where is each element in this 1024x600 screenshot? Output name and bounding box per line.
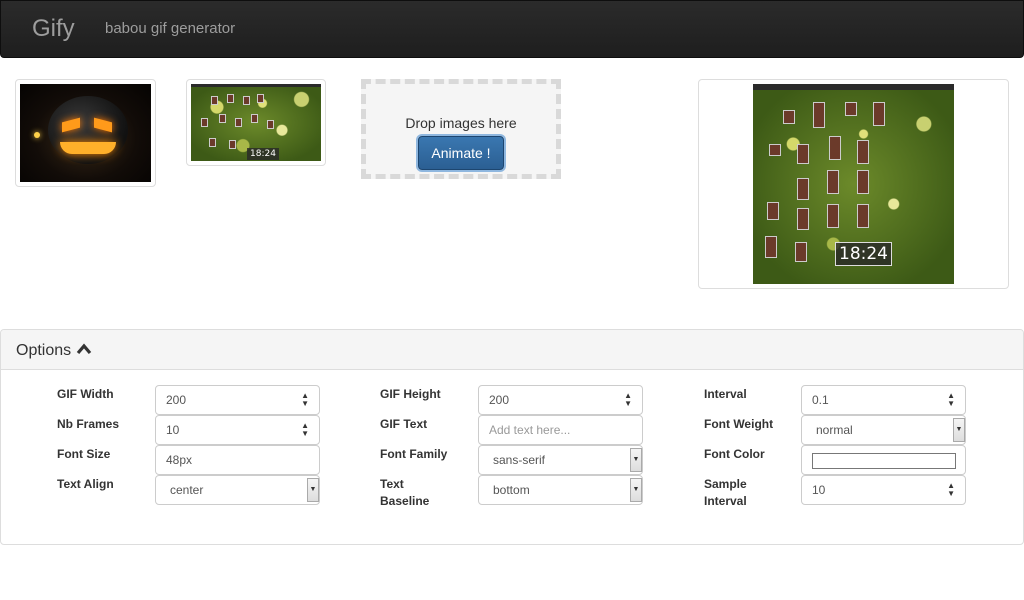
font-family-value: sans-serif	[493, 453, 546, 467]
options-title: Options	[16, 342, 72, 359]
font-color-input[interactable]	[801, 445, 966, 475]
navbar-subtitle: babou gif generator	[105, 20, 236, 37]
nb-frames-input[interactable]: 10 ▲ ▼	[155, 415, 320, 445]
chevron-up-icon[interactable]	[76, 343, 92, 355]
drop-zone[interactable]: Drop images here Animate !	[361, 79, 561, 179]
gif-preview: 18:24	[698, 79, 1009, 289]
desktop-file-icon	[795, 242, 807, 262]
gif-height-value: 200	[489, 393, 510, 407]
spinner-arrows-icon[interactable]: ▲ ▼	[624, 392, 632, 408]
font-weight-label: Font Weight	[704, 417, 774, 431]
thumbnail-pumpkin[interactable]	[15, 79, 156, 187]
gif-text-placeholder: Add text here...	[489, 423, 571, 437]
desktop-topbar	[191, 84, 321, 87]
desktop-file-icon	[857, 170, 869, 194]
text-baseline-select[interactable]: bottom ▼	[478, 475, 643, 505]
desktop-file-icon	[873, 102, 885, 126]
gif-height-input[interactable]: 200 ▲ ▼	[478, 385, 643, 415]
desktop-file-icon	[797, 144, 809, 164]
dropdown-arrow-icon[interactable]: ▼	[630, 478, 642, 502]
desktop-file-icon	[251, 114, 258, 123]
gif-width-value: 200	[166, 393, 187, 407]
clock-widget: 18:24	[835, 242, 892, 266]
desktop-file-icon	[267, 120, 274, 129]
desktop-topbar	[753, 84, 954, 90]
text-align-label: Text Align	[57, 477, 114, 491]
gif-text-label: GIF Text	[380, 417, 428, 431]
dropdown-arrow-icon[interactable]: ▼	[953, 418, 965, 442]
desktop-file-icon	[765, 236, 777, 258]
gif-width-input[interactable]: 200 ▲ ▼	[155, 385, 320, 415]
color-swatch[interactable]	[812, 453, 956, 469]
text-align-value: center	[170, 483, 204, 497]
desktop-file-icon	[829, 136, 841, 160]
nb-frames-value: 10	[166, 423, 180, 437]
text-align-select[interactable]: center ▼	[155, 475, 320, 505]
desktop-file-icon	[211, 96, 218, 105]
font-weight-select[interactable]: normal ▼	[801, 415, 966, 445]
text-baseline-label-line1: Text	[380, 477, 404, 491]
desktop-file-icon	[201, 118, 208, 127]
interval-input[interactable]: 0.1 ▲ ▼	[801, 385, 966, 415]
gif-width-label: GIF Width	[57, 387, 114, 401]
desktop-file-icon	[209, 138, 216, 147]
interval-label: Interval	[704, 387, 747, 401]
animated-gif-preview: 18:24	[753, 84, 954, 284]
spinner-arrows-icon[interactable]: ▲ ▼	[301, 422, 309, 438]
dropdown-arrow-icon[interactable]: ▼	[630, 448, 642, 472]
desktop-file-icon	[235, 118, 242, 127]
font-color-label: Font Color	[704, 447, 765, 461]
animate-button[interactable]: Animate !	[418, 136, 504, 170]
desktop-file-icon	[845, 102, 857, 116]
text-baseline-value: bottom	[493, 483, 530, 497]
font-weight-value: normal	[816, 423, 853, 437]
text-baseline-label-line2: Baseline	[380, 494, 430, 508]
font-family-label: Font Family	[380, 447, 448, 461]
desktop-file-icon	[857, 140, 869, 164]
desktop-file-icon	[827, 170, 839, 194]
sample-interval-label: Sample Interval	[704, 476, 784, 510]
desktop-file-icon	[229, 140, 236, 149]
pumpkin-image	[20, 84, 151, 182]
spinner-arrows-icon[interactable]: ▲ ▼	[947, 482, 955, 498]
desktop-file-icon	[857, 204, 869, 228]
interval-value: 0.1	[812, 393, 829, 407]
desktop-file-icon	[243, 96, 250, 105]
desktop-screenshot-image: 18:24	[191, 84, 321, 161]
options-panel-heading[interactable]: Options	[1, 330, 1023, 370]
spinner-arrows-icon[interactable]: ▲ ▼	[301, 392, 309, 408]
sample-interval-input[interactable]: 10 ▲ ▼	[801, 475, 966, 505]
font-size-label: Font Size	[57, 447, 111, 461]
sparkler-spark	[34, 132, 40, 138]
clock-widget: 18:24	[247, 148, 279, 160]
desktop-file-icon	[813, 102, 825, 128]
navbar: Gify babou gif generator	[0, 0, 1024, 58]
nb-frames-label: Nb Frames	[57, 417, 120, 431]
thumbnail-desktop[interactable]: 18:24	[186, 79, 326, 166]
desktop-file-icon	[783, 110, 795, 124]
font-size-value: 48px	[166, 453, 193, 467]
desktop-file-icon	[797, 208, 809, 230]
dropdown-arrow-icon[interactable]: ▼	[307, 478, 319, 502]
sample-interval-value: 10	[812, 483, 826, 497]
gif-text-input[interactable]: Add text here...	[478, 415, 643, 445]
desktop-file-icon	[797, 178, 809, 200]
font-size-input[interactable]: 48px	[155, 445, 320, 475]
pumpkin-mouth	[60, 142, 116, 154]
font-family-select[interactable]: sans-serif ▼	[478, 445, 643, 475]
desktop-file-icon	[219, 114, 226, 123]
sample-interval-label-line1: Sample	[704, 477, 747, 491]
drop-zone-text: Drop images here	[405, 115, 517, 131]
gif-height-label: GIF Height	[380, 387, 441, 401]
spinner-arrows-icon[interactable]: ▲ ▼	[947, 392, 955, 408]
text-baseline-label: Text Baseline	[380, 476, 460, 510]
desktop-file-icon	[767, 202, 779, 220]
desktop-file-icon	[227, 94, 234, 103]
desktop-file-icon	[769, 144, 781, 156]
desktop-file-icon	[257, 94, 264, 103]
sample-interval-label-line2: Interval	[704, 494, 747, 508]
desktop-file-icon	[827, 204, 839, 228]
brand-link[interactable]: Gify	[32, 15, 75, 43]
